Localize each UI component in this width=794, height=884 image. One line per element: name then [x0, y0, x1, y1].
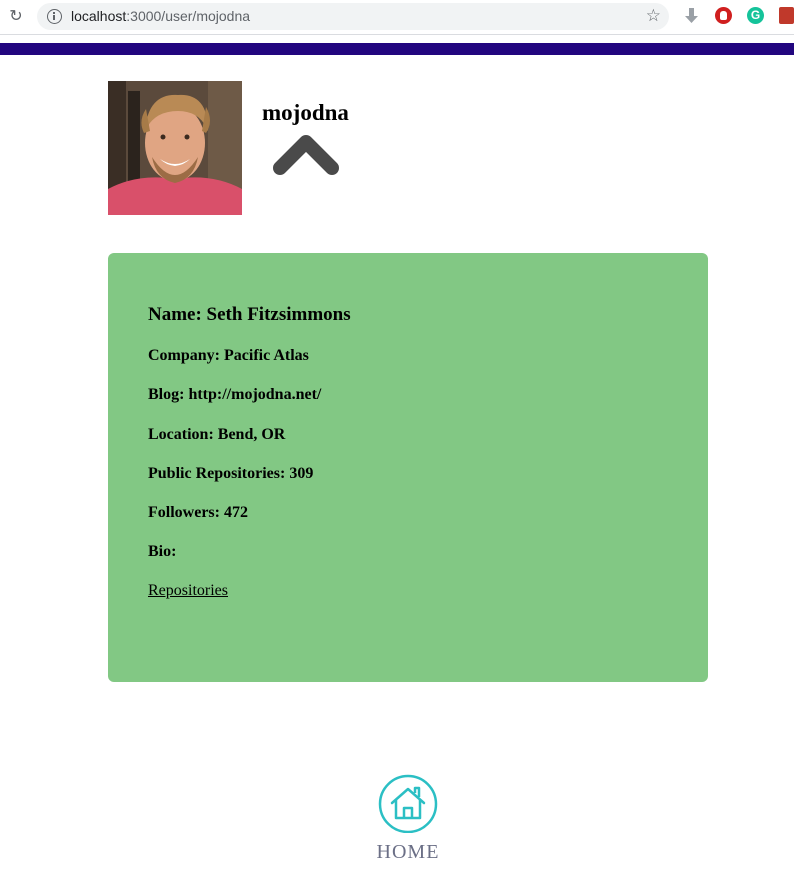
profile-card: Name: Seth Fitzsimmons Company: Pacific …	[108, 253, 708, 682]
profile-location: Location: Bend, OR	[148, 426, 286, 443]
download-icon[interactable]	[683, 7, 700, 24]
top-nav-bar	[0, 43, 794, 55]
profile-public-repos: Public Repositories: 309	[148, 465, 314, 482]
profile-name: Name: Seth Fitzsimmons	[148, 304, 351, 325]
username-heading: mojodna	[262, 100, 349, 125]
adblock-icon[interactable]	[715, 7, 732, 24]
repositories-link[interactable]: Repositories	[148, 582, 228, 600]
browser-toolbar: ↻ localhost:3000/user/mojodna ☆ G	[0, 0, 794, 35]
avatar	[108, 81, 242, 215]
url-host: localhost	[71, 8, 127, 24]
reload-icon[interactable]: ↻	[6, 6, 26, 26]
profile-followers: Followers: 472	[148, 504, 248, 521]
grammarly-icon[interactable]: G	[747, 7, 764, 24]
address-bar[interactable]: localhost:3000/user/mojodna ☆	[37, 3, 669, 30]
home-label: HOME	[376, 841, 440, 863]
star-icon[interactable]: ☆	[646, 6, 661, 26]
extension-icon[interactable]	[779, 7, 794, 24]
info-icon[interactable]	[47, 9, 62, 24]
url-path: :3000/user/mojodna	[126, 8, 251, 24]
url-text[interactable]: localhost:3000/user/mojodna	[71, 8, 250, 24]
profile-bio: Bio:	[148, 543, 177, 560]
profile-company: Company: Pacific Atlas	[148, 347, 309, 364]
chevron-up-icon[interactable]	[272, 132, 340, 181]
profile-blog: Blog: http://mojodna.net/	[148, 386, 322, 403]
home-icon	[378, 773, 438, 838]
